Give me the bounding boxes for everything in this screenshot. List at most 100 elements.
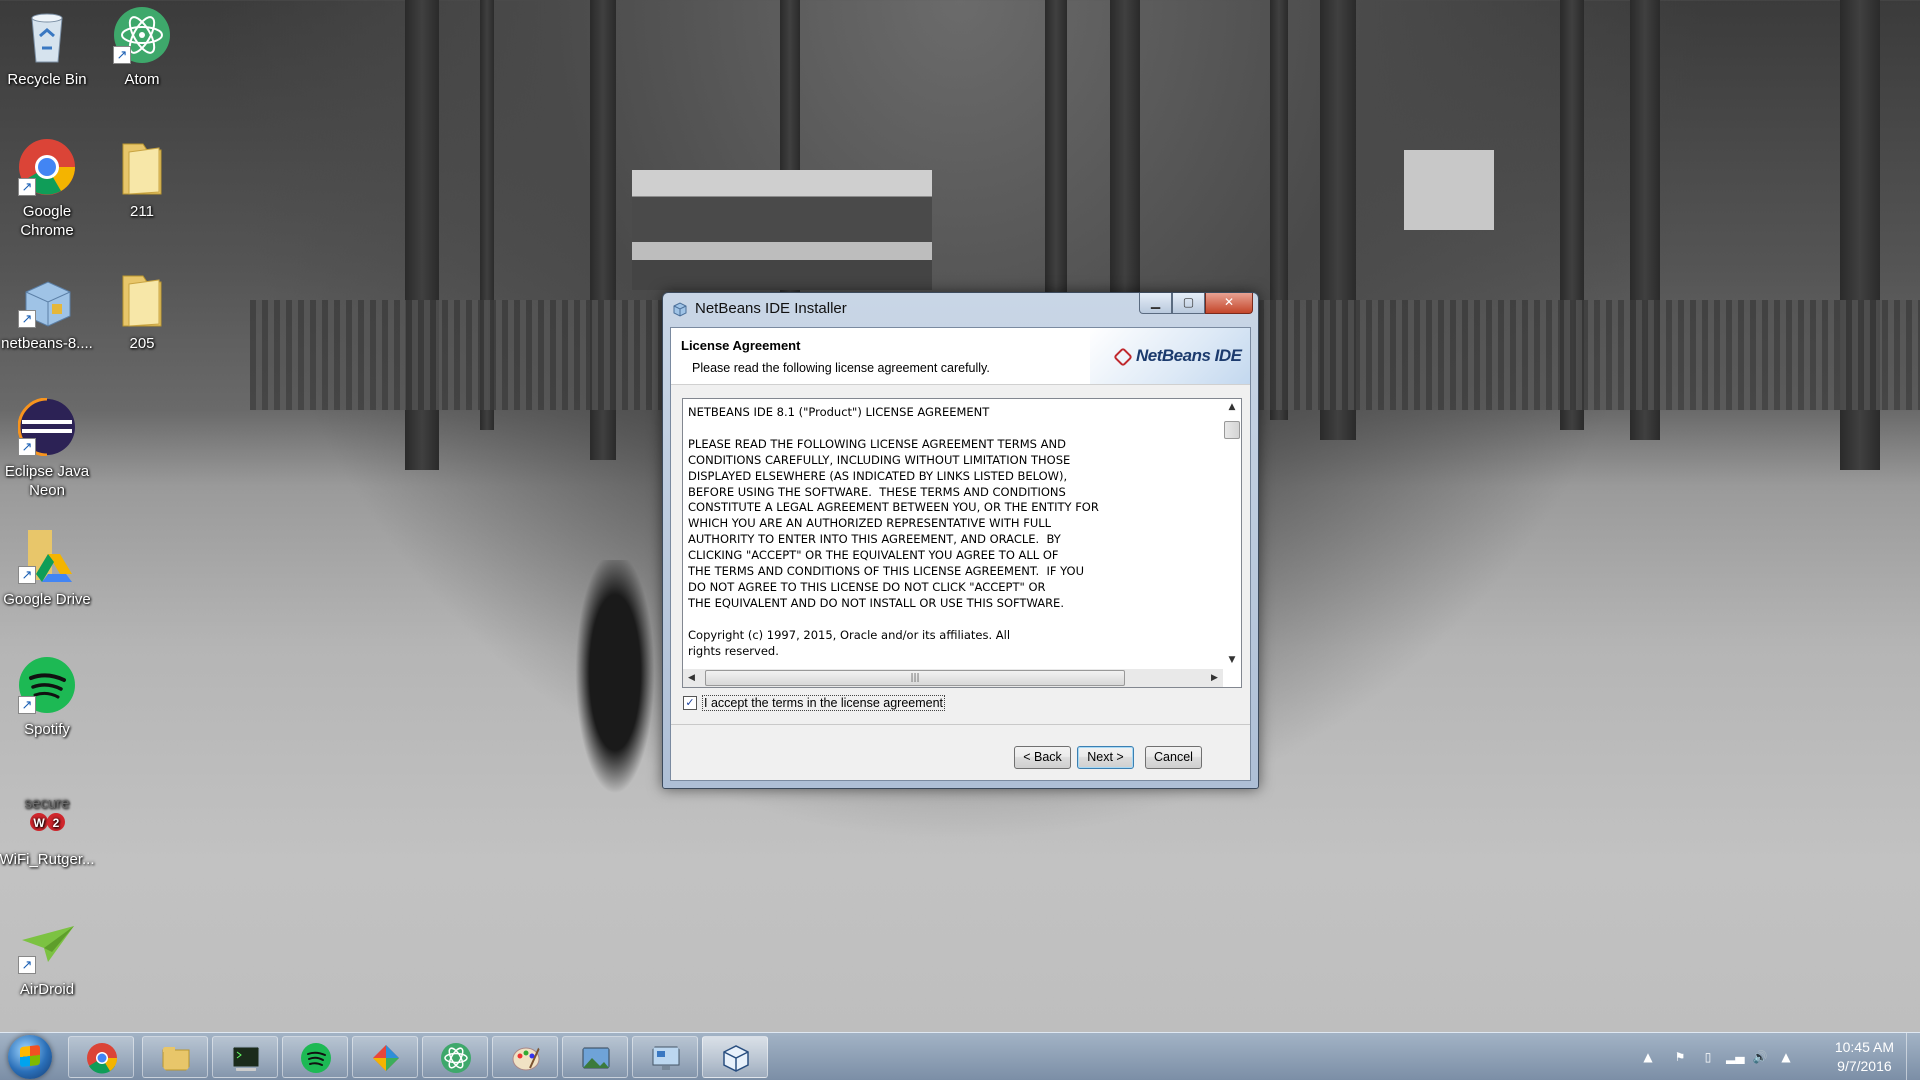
maximize-button[interactable]: ▢ bbox=[1172, 293, 1205, 314]
airdroid-icon: ↗ bbox=[18, 916, 76, 974]
desktop-icon-recycle-bin[interactable]: Recycle Bin bbox=[0, 6, 95, 89]
taskbar-item-spotify[interactable] bbox=[282, 1036, 348, 1078]
wizard-header: License Agreement Please read the follow… bbox=[671, 328, 1250, 385]
next-button[interactable]: Next > bbox=[1077, 746, 1134, 769]
desktop-icon-spotify[interactable]: ↗ Spotify bbox=[0, 656, 95, 739]
installer-icon: ↗ bbox=[18, 270, 76, 328]
clock[interactable]: 10:45 AM 9/7/2016 bbox=[1835, 1038, 1894, 1076]
desktop-icon-label: 205 bbox=[129, 335, 155, 352]
desktop-icon-label: Eclipse Java Neon bbox=[4, 463, 90, 499]
wallpaper-dog bbox=[570, 560, 660, 810]
netbeans-installer-icon bbox=[723, 1045, 749, 1072]
taskbar-item-remote-desktop[interactable] bbox=[632, 1036, 698, 1078]
volume-icon[interactable]: 🔊 bbox=[1752, 1049, 1768, 1065]
vertical-scroll-thumb[interactable] bbox=[1224, 421, 1240, 439]
svg-text:secure: secure bbox=[24, 795, 69, 812]
license-text-area[interactable]: NETBEANS IDE 8.1 ("Product") LICENSE AGR… bbox=[682, 398, 1242, 688]
atom-icon: ↗ bbox=[113, 6, 171, 64]
taskbar-item-gem-app[interactable] bbox=[352, 1036, 418, 1078]
desktop-icon-label: WiFi_Rutger... bbox=[0, 851, 95, 868]
folder-icon bbox=[113, 138, 171, 196]
taskbar-item-file-explorer[interactable] bbox=[142, 1036, 208, 1078]
netbeans-cube-icon bbox=[1113, 347, 1133, 367]
desktop-icon-label: 211 bbox=[130, 203, 154, 220]
divider bbox=[671, 724, 1250, 725]
installer-window[interactable]: NetBeans IDE Installer ▁ ▢ ✕ License Agr… bbox=[662, 292, 1259, 789]
remote-desktop-icon bbox=[652, 1046, 680, 1070]
google-drive-tray-icon[interactable]: ▲ bbox=[1778, 1049, 1794, 1065]
eclipse-icon: ↗ bbox=[17, 397, 76, 457]
taskbar-item-chrome[interactable] bbox=[68, 1036, 134, 1078]
vertical-scrollbar[interactable]: ▲ ▼ bbox=[1223, 399, 1241, 669]
desktop-icon-chrome[interactable]: ↗ Google Chrome bbox=[0, 138, 95, 240]
taskbar-item-atom[interactable] bbox=[422, 1036, 488, 1078]
page-subtitle: Please read the following license agreem… bbox=[692, 361, 990, 375]
scroll-up-icon[interactable]: ▲ bbox=[1223, 399, 1241, 416]
minimize-button[interactable]: ▁ bbox=[1139, 293, 1172, 314]
checkmark-icon: ✓ bbox=[685, 696, 695, 709]
desktop-icon-label: AirDroid bbox=[19, 981, 75, 998]
desktop-icon-label: Spotify bbox=[24, 721, 70, 738]
spotify-icon: ↗ bbox=[18, 656, 76, 714]
scroll-left-icon[interactable]: ◀ bbox=[683, 669, 700, 687]
page-title: License Agreement bbox=[681, 338, 801, 353]
horizontal-scrollbar[interactable]: ◀ ||| ▶ bbox=[683, 669, 1223, 687]
accept-terms-row[interactable]: ✓ I accept the terms in the license agre… bbox=[683, 695, 946, 711]
desktop-icon-label: Atom bbox=[124, 71, 160, 88]
netbeans-logo: NetBeans IDE bbox=[1090, 328, 1250, 384]
taskbar-item-netbeans-installer[interactable] bbox=[702, 1036, 768, 1078]
desktop-icon-label: Recycle Bin bbox=[7, 71, 87, 88]
window-client-area: License Agreement Please read the follow… bbox=[670, 327, 1251, 781]
desktop-icon-atom[interactable]: ↗ Atom bbox=[94, 6, 190, 89]
minimize-icon: ▁ bbox=[1150, 295, 1161, 309]
wallpaper-shed bbox=[632, 170, 932, 290]
window-title: NetBeans IDE Installer bbox=[695, 300, 847, 317]
clock-date: 9/7/2016 bbox=[1837, 1058, 1892, 1074]
window-titlebar[interactable]: NetBeans IDE Installer ▁ ▢ ✕ bbox=[663, 293, 1258, 327]
gem-app-icon bbox=[373, 1045, 399, 1071]
cancel-button[interactable]: Cancel bbox=[1145, 746, 1202, 769]
svg-text:2: 2 bbox=[53, 816, 60, 830]
action-center-flag-icon[interactable]: ⚑ bbox=[1672, 1049, 1688, 1065]
clock-time: 10:45 AM bbox=[1834, 1039, 1894, 1055]
close-button[interactable]: ✕ bbox=[1205, 293, 1253, 314]
wallpaper-shed-roof bbox=[1404, 150, 1494, 230]
desktop-icon-label: netbeans-8.... bbox=[1, 335, 93, 352]
spotify-icon bbox=[301, 1043, 331, 1073]
paint-icon bbox=[512, 1045, 541, 1071]
netbeans-installer-icon bbox=[673, 302, 687, 317]
maximize-icon: ▢ bbox=[1182, 295, 1195, 309]
scroll-down-icon[interactable]: ▼ bbox=[1223, 652, 1241, 669]
license-text: NETBEANS IDE 8.1 ("Product") LICENSE AGR… bbox=[688, 405, 1099, 658]
desktop-icon-label: Google Chrome bbox=[20, 203, 74, 239]
securew2-icon: secure W 2 bbox=[18, 786, 76, 844]
taskbar-item-paint[interactable] bbox=[492, 1036, 558, 1078]
logo-text: NetBeans IDE bbox=[1136, 346, 1242, 365]
taskbar-item-photos[interactable] bbox=[562, 1036, 628, 1078]
file-explorer-icon bbox=[162, 1047, 190, 1071]
desktop-icon-airdroid[interactable]: ↗ AirDroid bbox=[0, 916, 95, 999]
show-hidden-icons-icon[interactable]: ▲ bbox=[1640, 1049, 1656, 1065]
desktop-icon-folder-205[interactable]: 205 bbox=[94, 270, 190, 353]
back-button[interactable]: < Back bbox=[1014, 746, 1071, 769]
battery-icon[interactable]: ▯ bbox=[1700, 1049, 1716, 1065]
accept-terms-label[interactable]: I accept the terms in the license agreem… bbox=[702, 695, 946, 711]
folder-icon bbox=[113, 270, 171, 328]
desktop-icon-folder-211[interactable]: 211 bbox=[94, 138, 190, 221]
accept-terms-checkbox[interactable]: ✓ bbox=[683, 696, 697, 710]
taskbar-item-terminal[interactable] bbox=[212, 1036, 278, 1078]
terminal-icon bbox=[232, 1046, 260, 1071]
system-tray: ▲ ⚑ ▯ ▂▄ 🔊 ▲ 10:45 AM 9/7/2016 bbox=[1620, 1033, 1920, 1080]
desktop-icon-eclipse[interactable]: ↗ Eclipse Java Neon bbox=[0, 397, 95, 500]
desktop-icon-google-drive[interactable]: ↗ Google Drive bbox=[0, 526, 95, 609]
show-desktop-button[interactable] bbox=[1906, 1033, 1920, 1080]
desktop-icon-securew2[interactable]: secure W 2 WiFi_Rutger... bbox=[0, 786, 95, 869]
network-signal-icon[interactable]: ▂▄ bbox=[1726, 1049, 1744, 1065]
atom-icon bbox=[441, 1043, 471, 1073]
start-button[interactable] bbox=[8, 1035, 52, 1079]
scroll-right-icon[interactable]: ▶ bbox=[1206, 669, 1223, 687]
horizontal-scroll-thumb[interactable]: ||| bbox=[705, 670, 1125, 686]
desktop-icon-netbeans-installer[interactable]: ↗ netbeans-8.... bbox=[0, 270, 95, 353]
windows-logo-icon bbox=[20, 1044, 40, 1068]
close-icon: ✕ bbox=[1223, 295, 1235, 309]
